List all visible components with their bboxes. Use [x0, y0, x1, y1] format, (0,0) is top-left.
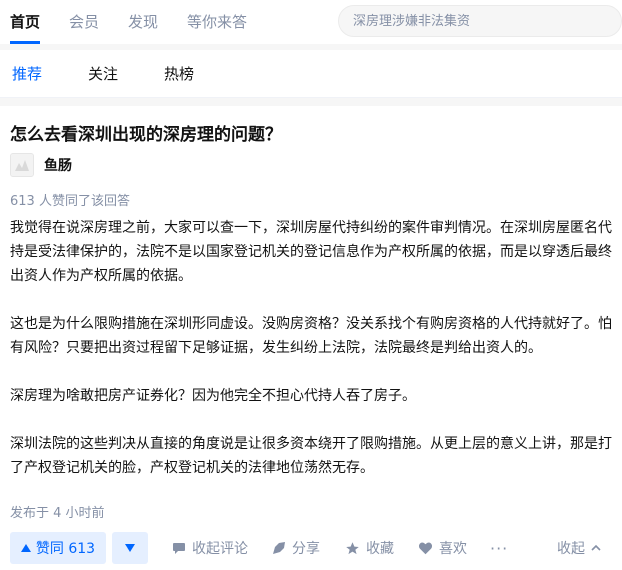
share-icon: [273, 542, 285, 554]
share-button[interactable]: 分享: [272, 532, 320, 564]
author-info: 鱼肠: [10, 152, 72, 178]
more-button[interactable]: ···: [490, 532, 508, 564]
collapse-button[interactable]: 收起: [557, 532, 601, 564]
answer-paragraph: 深圳法院的这些判决从直接的角度说是让很多资本绕开了限购措施。从更上层的意义上讲，…: [10, 436, 612, 476]
tab-following[interactable]: 关注: [88, 50, 118, 98]
collapse-label: 收起: [557, 541, 585, 557]
comment-icon: [173, 543, 185, 554]
heart-icon: [418, 542, 433, 555]
top-nav-home[interactable]: 首页: [10, 0, 41, 44]
top-nav-waiting-answers[interactable]: 等你来答: [187, 0, 247, 44]
answer-paragraph: 这也是为什么限购措施在深圳形同虚设。没购房资格？没关系找个有购房资格的人代持就好…: [10, 316, 612, 356]
tab-recommend[interactable]: 推荐: [12, 50, 42, 98]
star-icon: [346, 541, 359, 554]
share-label: 分享: [292, 541, 320, 557]
feed-tabs: 推荐 关注 热榜: [0, 50, 622, 98]
action-bar: 赞同 613 收起评论 分享 收藏 喜欢 ··· 收起: [0, 530, 622, 568]
author-name[interactable]: 鱼肠: [44, 155, 72, 175]
vote-up-button[interactable]: 赞同 613: [10, 532, 106, 564]
section-divider: [0, 98, 622, 106]
avatar-image-icon: [11, 154, 33, 176]
top-nav-discover[interactable]: 发现: [128, 0, 158, 44]
answer-paragraph: 深房理为啥敢把房产证券化？因为他完全不担心代持人吞了房子。: [10, 388, 416, 404]
like-button[interactable]: 喜欢: [418, 532, 467, 564]
triangle-down-icon: [125, 544, 135, 552]
favorite-label: 收藏: [366, 541, 394, 557]
vote-up-label: 赞同 613: [35, 541, 96, 557]
comment-label: 收起评论: [192, 541, 248, 557]
top-nav: 首页 会员 发现 等你来答: [10, 0, 276, 44]
answer-content: 我觉得在说深房理之前，大家可以查一下，深圳房屋代持纠纷的案件审判情况。在深圳房屋…: [10, 216, 612, 504]
like-label: 喜欢: [439, 541, 467, 557]
publish-time[interactable]: 发布于 4 小时前: [10, 502, 105, 521]
triangle-up-icon: [20, 544, 31, 552]
top-nav-vip[interactable]: 会员: [69, 0, 99, 44]
search-box: [338, 5, 622, 37]
search-input[interactable]: [339, 6, 621, 36]
vote-down-button[interactable]: [112, 532, 148, 564]
answer-card: 怎么去看深圳出现的深房理的问题？ 鱼肠 613 人赞同了该回答 我觉得在说深房理…: [0, 106, 622, 570]
answer-paragraph: 我觉得在说深房理之前，大家可以查一下，深圳房屋代持纠纷的案件审判情况。在深圳房屋…: [10, 220, 612, 284]
avatar[interactable]: [10, 153, 34, 177]
voters-count: 613 人赞同了该回答: [10, 194, 130, 209]
favorite-button[interactable]: 收藏: [345, 532, 394, 564]
comment-button[interactable]: 收起评论: [172, 532, 248, 564]
tab-hot[interactable]: 热榜: [164, 50, 194, 98]
question-title[interactable]: 怎么去看深圳出现的深房理的问题？: [10, 120, 282, 145]
top-bar: 首页 会员 发现 等你来答: [0, 0, 622, 44]
chevron-up-icon: [591, 544, 601, 551]
